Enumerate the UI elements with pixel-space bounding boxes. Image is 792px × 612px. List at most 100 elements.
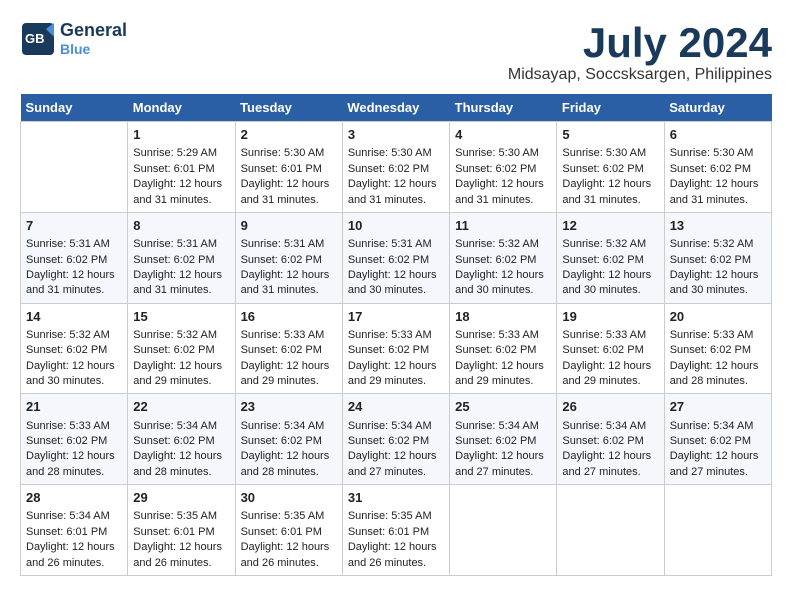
day-info-line: Daylight: 12 hours bbox=[241, 268, 337, 283]
day-number: 10 bbox=[348, 217, 444, 235]
day-cell: 4Sunrise: 5:30 AMSunset: 6:02 PMDaylight… bbox=[450, 122, 557, 213]
day-info-line: Daylight: 12 hours bbox=[670, 177, 766, 192]
day-info-line: and 28 minutes. bbox=[241, 465, 337, 480]
header-thursday: Thursday bbox=[450, 94, 557, 122]
day-info-line: Sunset: 6:02 PM bbox=[133, 253, 229, 268]
day-info-line: and 31 minutes. bbox=[455, 193, 551, 208]
day-info-line: and 30 minutes. bbox=[348, 283, 444, 298]
day-info-line: Sunrise: 5:31 AM bbox=[348, 237, 444, 252]
day-info-line: Daylight: 12 hours bbox=[241, 359, 337, 374]
week-row-2: 7Sunrise: 5:31 AMSunset: 6:02 PMDaylight… bbox=[21, 212, 772, 303]
day-info-line: Sunrise: 5:31 AM bbox=[26, 237, 122, 252]
day-info-line: Daylight: 12 hours bbox=[348, 177, 444, 192]
day-cell: 25Sunrise: 5:34 AMSunset: 6:02 PMDayligh… bbox=[450, 394, 557, 485]
day-info-line: and 31 minutes. bbox=[241, 283, 337, 298]
day-info-line: and 27 minutes. bbox=[455, 465, 551, 480]
location-subtitle: Midsayap, Soccsksargen, Philippines bbox=[508, 66, 772, 84]
day-info-line: Sunrise: 5:30 AM bbox=[455, 146, 551, 161]
day-cell bbox=[664, 485, 771, 576]
day-info-line: Daylight: 12 hours bbox=[241, 449, 337, 464]
day-cell: 21Sunrise: 5:33 AMSunset: 6:02 PMDayligh… bbox=[21, 394, 128, 485]
day-info-line: and 31 minutes. bbox=[26, 283, 122, 298]
day-info-line: and 31 minutes. bbox=[241, 193, 337, 208]
day-info-line: Daylight: 12 hours bbox=[348, 449, 444, 464]
day-cell: 1Sunrise: 5:29 AMSunset: 6:01 PMDaylight… bbox=[128, 122, 235, 213]
day-number: 17 bbox=[348, 308, 444, 326]
day-info-line: Sunrise: 5:34 AM bbox=[241, 419, 337, 434]
day-cell: 17Sunrise: 5:33 AMSunset: 6:02 PMDayligh… bbox=[342, 303, 449, 394]
day-info-line: Sunrise: 5:34 AM bbox=[26, 509, 122, 524]
day-info-line: Daylight: 12 hours bbox=[26, 449, 122, 464]
day-info-line: Sunset: 6:02 PM bbox=[455, 162, 551, 177]
day-info-line: Daylight: 12 hours bbox=[670, 268, 766, 283]
header-wednesday: Wednesday bbox=[342, 94, 449, 122]
day-info-line: and 28 minutes. bbox=[133, 465, 229, 480]
day-info-line: Sunrise: 5:33 AM bbox=[455, 328, 551, 343]
logo-general: General bbox=[60, 20, 127, 41]
calendar-header-row: SundayMondayTuesdayWednesdayThursdayFrid… bbox=[21, 94, 772, 122]
day-info-line: and 27 minutes. bbox=[348, 465, 444, 480]
day-info-line: Sunset: 6:02 PM bbox=[562, 343, 658, 358]
day-info-line: Sunset: 6:02 PM bbox=[562, 162, 658, 177]
day-number: 12 bbox=[562, 217, 658, 235]
day-info-line: Sunrise: 5:30 AM bbox=[670, 146, 766, 161]
day-number: 21 bbox=[26, 398, 122, 416]
day-number: 16 bbox=[241, 308, 337, 326]
day-info-line: Daylight: 12 hours bbox=[562, 268, 658, 283]
day-info-line: Sunset: 6:01 PM bbox=[133, 162, 229, 177]
day-info-line: Sunset: 6:02 PM bbox=[562, 434, 658, 449]
day-info-line: Sunrise: 5:33 AM bbox=[348, 328, 444, 343]
day-info-line: Sunrise: 5:32 AM bbox=[670, 237, 766, 252]
day-cell: 13Sunrise: 5:32 AMSunset: 6:02 PMDayligh… bbox=[664, 212, 771, 303]
day-number: 6 bbox=[670, 126, 766, 144]
day-cell: 16Sunrise: 5:33 AMSunset: 6:02 PMDayligh… bbox=[235, 303, 342, 394]
day-cell: 20Sunrise: 5:33 AMSunset: 6:02 PMDayligh… bbox=[664, 303, 771, 394]
day-info-line: Daylight: 12 hours bbox=[562, 359, 658, 374]
day-info-line: Sunrise: 5:35 AM bbox=[241, 509, 337, 524]
day-cell: 28Sunrise: 5:34 AMSunset: 6:01 PMDayligh… bbox=[21, 485, 128, 576]
day-info-line: Sunrise: 5:35 AM bbox=[348, 509, 444, 524]
header-monday: Monday bbox=[128, 94, 235, 122]
day-info-line: and 29 minutes. bbox=[133, 374, 229, 389]
day-info-line: and 26 minutes. bbox=[348, 556, 444, 571]
day-info-line: Sunset: 6:02 PM bbox=[455, 434, 551, 449]
day-info-line: Sunset: 6:02 PM bbox=[670, 253, 766, 268]
day-number: 22 bbox=[133, 398, 229, 416]
month-year-title: July 2024 bbox=[508, 20, 772, 66]
day-info-line: and 31 minutes. bbox=[133, 283, 229, 298]
header-friday: Friday bbox=[557, 94, 664, 122]
day-info-line: Daylight: 12 hours bbox=[562, 177, 658, 192]
day-info-line: and 30 minutes. bbox=[26, 374, 122, 389]
day-info-line: Sunrise: 5:29 AM bbox=[133, 146, 229, 161]
day-info-line: and 26 minutes. bbox=[26, 556, 122, 571]
day-info-line: Sunset: 6:02 PM bbox=[26, 434, 122, 449]
day-info-line: Daylight: 12 hours bbox=[348, 540, 444, 555]
day-info-line: and 31 minutes. bbox=[133, 193, 229, 208]
day-info-line: Sunrise: 5:31 AM bbox=[241, 237, 337, 252]
day-info-line: Daylight: 12 hours bbox=[26, 540, 122, 555]
day-number: 1 bbox=[133, 126, 229, 144]
day-info-line: Sunrise: 5:35 AM bbox=[133, 509, 229, 524]
day-info-line: and 26 minutes. bbox=[133, 556, 229, 571]
day-number: 15 bbox=[133, 308, 229, 326]
day-info-line: Sunset: 6:02 PM bbox=[26, 343, 122, 358]
day-cell bbox=[21, 122, 128, 213]
day-number: 30 bbox=[241, 489, 337, 507]
day-cell: 22Sunrise: 5:34 AMSunset: 6:02 PMDayligh… bbox=[128, 394, 235, 485]
day-info-line: Daylight: 12 hours bbox=[241, 177, 337, 192]
day-info-line: Sunset: 6:02 PM bbox=[670, 343, 766, 358]
day-number: 8 bbox=[133, 217, 229, 235]
day-cell: 18Sunrise: 5:33 AMSunset: 6:02 PMDayligh… bbox=[450, 303, 557, 394]
logo-icon: GB bbox=[20, 21, 56, 57]
day-info-line: Sunrise: 5:33 AM bbox=[241, 328, 337, 343]
day-info-line: Daylight: 12 hours bbox=[241, 540, 337, 555]
day-cell: 24Sunrise: 5:34 AMSunset: 6:02 PMDayligh… bbox=[342, 394, 449, 485]
day-info-line: Sunrise: 5:30 AM bbox=[241, 146, 337, 161]
day-cell: 30Sunrise: 5:35 AMSunset: 6:01 PMDayligh… bbox=[235, 485, 342, 576]
day-cell: 31Sunrise: 5:35 AMSunset: 6:01 PMDayligh… bbox=[342, 485, 449, 576]
day-number: 26 bbox=[562, 398, 658, 416]
day-number: 5 bbox=[562, 126, 658, 144]
week-row-4: 21Sunrise: 5:33 AMSunset: 6:02 PMDayligh… bbox=[21, 394, 772, 485]
day-info-line: and 29 minutes. bbox=[241, 374, 337, 389]
day-cell: 10Sunrise: 5:31 AMSunset: 6:02 PMDayligh… bbox=[342, 212, 449, 303]
